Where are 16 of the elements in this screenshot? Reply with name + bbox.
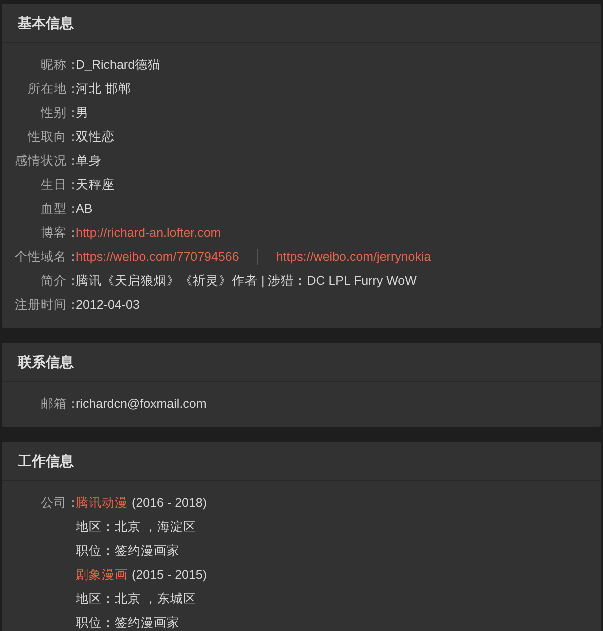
field-value: 职位：签约漫画家 <box>76 542 180 560</box>
profile-link[interactable]: https://weibo.com/jerrynokia <box>276 248 432 266</box>
field-value: (2015 - 2015) <box>132 566 208 584</box>
field-value: AB <box>76 200 93 218</box>
field-value: 地区：北京 ，海淀区 <box>76 518 196 536</box>
section-title: 工作信息 <box>18 452 74 470</box>
field-value: (2016 - 2018) <box>132 494 208 512</box>
profile-link[interactable]: 剧象漫画 <box>76 566 128 584</box>
section-title: 联系信息 <box>18 352 74 372</box>
field-value: 职位：签约漫画家 <box>76 614 180 631</box>
field-value: 2012-04-03 <box>76 296 140 314</box>
field-value: 地区：北京 ，东城区 <box>76 590 196 608</box>
profile-link[interactable]: http://richard-an.lofter.com <box>76 224 222 242</box>
field-value: richardcn@foxmail.com <box>76 396 207 413</box>
profile-link[interactable]: https://weibo.com/770794566 <box>76 248 240 266</box>
section-title: 基本信息 <box>18 14 74 32</box>
